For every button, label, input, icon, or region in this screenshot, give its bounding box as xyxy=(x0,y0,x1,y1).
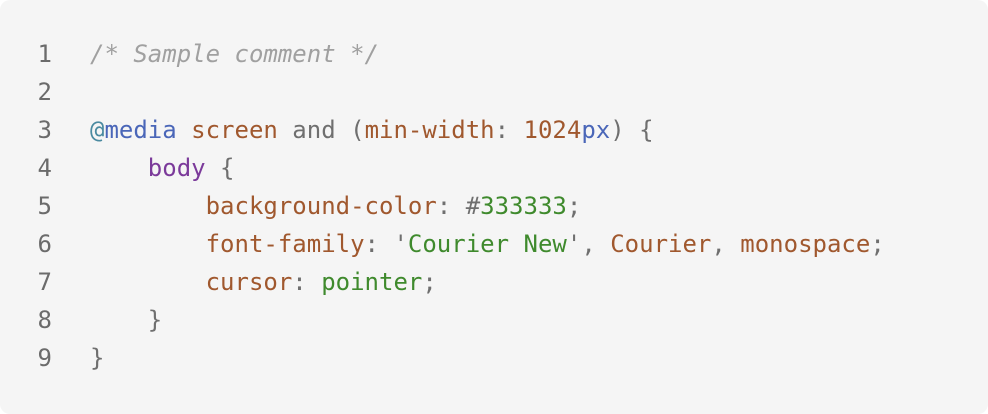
code-token-punct xyxy=(90,230,206,258)
code-token-punct: ' xyxy=(393,230,408,258)
code-block: 1 2 3 4 5 6 7 8 9 /* Sample comment */ @media sc… xyxy=(0,0,988,414)
code-token-hash: # xyxy=(465,192,481,220)
code-content: /* Sample comment */ @media screen and (… xyxy=(90,35,988,377)
line-number: 8 xyxy=(37,306,52,334)
code-token-punct xyxy=(90,192,206,220)
code-token-unit: px xyxy=(581,116,611,144)
code-token-punct: ; xyxy=(870,230,885,258)
code-token-prop: font-family xyxy=(205,230,365,258)
code-line: font-family: 'Courier New', Courier, mon… xyxy=(90,225,988,263)
code-token-punct xyxy=(90,154,148,182)
code-token-punct: ; xyxy=(566,192,582,220)
code-line: cursor: pointer; xyxy=(90,263,988,301)
code-line: @media screen and (min-width: 1024px) { xyxy=(90,111,988,149)
code-token-prop: background-color xyxy=(205,192,437,220)
code-line: } xyxy=(90,301,988,339)
code-token-punct: : xyxy=(292,268,322,296)
line-number-gutter: 1 2 3 4 5 6 7 8 9 xyxy=(0,35,60,377)
code-token-prop: cursor xyxy=(205,268,293,296)
code-line: body { xyxy=(90,149,988,187)
code-token-keyword: media xyxy=(104,116,177,144)
code-line: background-color: #333333; xyxy=(90,187,988,225)
code-token-num: 1024 xyxy=(523,116,582,144)
code-token-punct: : xyxy=(436,192,466,220)
code-token-comment: /* Sample comment */ xyxy=(90,40,379,68)
code-token-punct: ' xyxy=(566,230,582,258)
code-line: /* Sample comment */ xyxy=(90,35,988,73)
line-number: 4 xyxy=(37,154,52,182)
line-number: 7 xyxy=(37,268,52,296)
code-token-value: Courier New xyxy=(407,230,567,258)
code-token-value: pointer xyxy=(321,268,423,296)
code-token-ident: min-width xyxy=(364,116,495,144)
code-token-punct xyxy=(90,268,206,296)
code-token-punct xyxy=(177,116,191,144)
code-token-punct: and xyxy=(277,116,351,144)
code-token-punct: ) { xyxy=(610,116,654,144)
code-token-selector: body xyxy=(147,154,206,182)
code-token-punct: ( xyxy=(350,116,365,144)
code-token-value: 333333 xyxy=(480,192,567,220)
line-number: 1 xyxy=(37,40,52,68)
code-token-punct: , xyxy=(711,230,741,258)
code-token-punct: } xyxy=(90,344,105,372)
code-token-prop: monospace xyxy=(740,230,871,258)
code-token-punct: { xyxy=(205,154,235,182)
code-token-punct: : xyxy=(364,230,394,258)
code-token-punct: : xyxy=(494,116,524,144)
code-token-at: @ xyxy=(90,116,105,144)
line-number: 9 xyxy=(37,344,52,372)
code-line: } xyxy=(90,339,988,377)
line-number: 3 xyxy=(37,116,52,144)
line-number: 6 xyxy=(37,230,52,258)
code-token-punct: , xyxy=(581,230,611,258)
code-token-punct xyxy=(90,306,148,334)
code-token-prop: Courier xyxy=(610,230,712,258)
code-token-ident: screen xyxy=(191,116,278,144)
line-number: 2 xyxy=(37,78,52,106)
code-token-punct: } xyxy=(147,306,163,334)
line-number: 5 xyxy=(37,192,52,220)
code-token-punct: ; xyxy=(422,268,437,296)
